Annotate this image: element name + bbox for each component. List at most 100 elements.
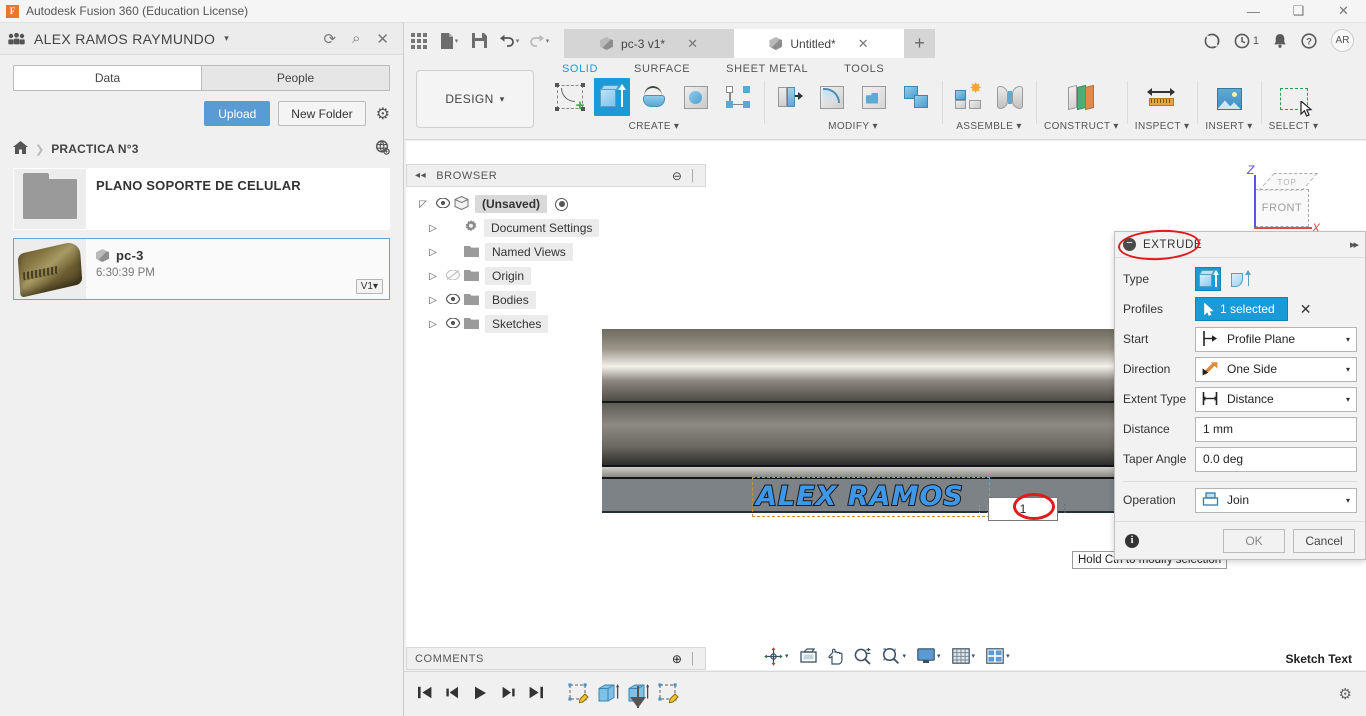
start-dropdown[interactable]: Profile Plane ▾ (1195, 326, 1357, 352)
step-forward-icon[interactable] (501, 686, 515, 702)
sphere-button[interactable] (678, 78, 714, 116)
timeline-sketch-feature-2[interactable] (657, 683, 681, 705)
cancel-button[interactable]: Cancel (1293, 528, 1355, 553)
account-name[interactable]: ALEX RAMOS RAYMUNDO (34, 31, 215, 47)
comments-panel-header[interactable]: COMMENTS ⊕ │ (406, 647, 706, 670)
pan-icon[interactable] (824, 648, 847, 665)
collapse-dialog-icon[interactable]: − (1123, 238, 1136, 251)
visibility-eye-icon[interactable] (442, 317, 464, 331)
operation-dropdown[interactable]: Join ▾ (1195, 487, 1357, 513)
notifications-icon[interactable] (1273, 33, 1287, 49)
orbit-icon[interactable]: ▾ (760, 646, 793, 666)
panel-insert-label[interactable]: INSERT ▾ (1205, 121, 1252, 132)
combine-button[interactable] (898, 78, 934, 116)
insert-canvas-button[interactable] (1211, 80, 1247, 118)
activate-component-radio[interactable] (555, 197, 569, 211)
timeline-sketch-feature[interactable] (567, 683, 591, 705)
breadcrumb-project-name[interactable]: PRACTICA N°3 (51, 142, 138, 156)
expand-arrow-icon[interactable]: ▷ (424, 271, 442, 282)
expand-arrow-icon[interactable]: ▷ (424, 247, 442, 258)
zoom-window-icon[interactable]: ▾ (878, 647, 911, 665)
clear-selection-icon[interactable]: ✕ (1300, 301, 1312, 318)
workspace-switcher[interactable]: DESIGN ▾ (416, 70, 534, 128)
expand-arrow-icon[interactable]: ◸ (414, 199, 432, 210)
list-item-folder[interactable]: PLANO SOPORTE DE CELULAR (13, 168, 390, 230)
revolve-button[interactable] (636, 78, 672, 116)
save-icon[interactable] (464, 24, 494, 58)
close-icon[interactable]: ✕ (1321, 0, 1366, 23)
create-sketch-button[interactable]: + (552, 78, 588, 116)
direction-dropdown[interactable]: One Side ▾ (1195, 356, 1357, 382)
profiles-selection-button[interactable]: 1 selected (1195, 297, 1288, 321)
resize-grip-icon[interactable]: │ (690, 653, 697, 665)
new-folder-button[interactable]: New Folder (278, 101, 366, 126)
expand-arrow-icon[interactable]: ▷ (424, 295, 442, 306)
expand-dialog-icon[interactable]: ▸▸ (1350, 238, 1359, 251)
app-grid-icon[interactable] (404, 24, 434, 58)
add-comment-icon[interactable]: ⊕ (672, 652, 683, 666)
tab-sheet-metal[interactable]: SHEET METAL (708, 60, 826, 78)
panel-create-label[interactable]: CREATE ▾ (629, 121, 680, 132)
model-body[interactable]: ALEX RAMOS (602, 329, 1114, 517)
tree-node-named-views[interactable]: ▷ Named Views (406, 240, 706, 264)
go-to-beginning-icon[interactable] (418, 686, 432, 702)
collapse-icon[interactable]: ◂◂ (415, 170, 426, 181)
measure-button[interactable] (1142, 80, 1182, 118)
close-icon[interactable]: ✕ (687, 36, 698, 52)
timeline-settings-gear-icon[interactable]: ⚙ (1339, 685, 1352, 703)
timeline-extrude-feature-1[interactable] (597, 683, 621, 705)
expand-arrow-icon[interactable]: ▷ (424, 223, 442, 234)
type-option-tapered[interactable] (1227, 267, 1253, 291)
grid-snaps-icon[interactable]: ▾ (948, 648, 980, 664)
extrude-button[interactable] (594, 78, 630, 116)
version-badge[interactable]: V1▾ (355, 279, 383, 294)
panel-select-label[interactable]: SELECT ▾ (1269, 121, 1319, 132)
joint-button[interactable] (992, 78, 1028, 116)
globe-share-icon[interactable] (375, 140, 390, 158)
upload-button[interactable]: Upload (204, 101, 271, 126)
list-item-document[interactable]: pc-3 6:30:39 PM V1▾ (13, 238, 390, 300)
redo-icon[interactable]: ▾ (524, 24, 554, 58)
search-icon[interactable]: ⌕ (352, 30, 360, 48)
visibility-eye-off-icon[interactable] (442, 269, 464, 283)
new-file-icon[interactable]: ▾ (434, 24, 464, 58)
taper-angle-input[interactable]: 0.0 deg (1195, 446, 1357, 472)
fillet-button[interactable] (814, 78, 850, 116)
play-icon[interactable] (474, 686, 487, 703)
tree-node-sketches[interactable]: ▷ Sketches (406, 312, 706, 336)
tab-data[interactable]: Data (13, 65, 201, 91)
viewcube-front-face[interactable]: FRONT (1255, 189, 1309, 227)
new-component-button[interactable]: ✸ (950, 78, 986, 116)
go-to-end-icon[interactable] (529, 686, 543, 702)
tab-surface[interactable]: SURFACE (616, 60, 708, 78)
canvas-distance-field[interactable]: ⋮⋮ 1 ⋮ (975, 497, 1072, 521)
shell-button[interactable] (856, 78, 892, 116)
viewports-icon[interactable]: ▾ (982, 648, 1014, 664)
distance-input[interactable]: 1 mm (1195, 416, 1357, 442)
tree-node-bodies[interactable]: ▷ Bodies (406, 288, 706, 312)
doc-tab-untitled[interactable]: Untitled* ✕ (734, 29, 904, 58)
gear-icon[interactable]: ⚙ (376, 104, 390, 124)
display-settings-icon[interactable]: ▾ (913, 648, 945, 664)
minimize-browser-icon[interactable]: ⊖ (672, 169, 683, 183)
job-status-icon[interactable]: 1 (1234, 33, 1259, 49)
tab-solid[interactable]: SOLID (544, 60, 616, 78)
panel-inspect-label[interactable]: INSPECT ▾ (1135, 121, 1190, 132)
look-at-icon[interactable] (796, 648, 821, 664)
panel-construct-label[interactable]: CONSTRUCT ▾ (1044, 121, 1119, 132)
view-cube[interactable]: TOP FRONT Z X (1244, 163, 1320, 235)
help-icon[interactable]: ? (1301, 32, 1317, 49)
undo-icon[interactable]: ▾ (494, 24, 524, 58)
distance-input-canvas[interactable]: 1 (988, 497, 1058, 521)
chevron-down-icon[interactable]: ▾ (224, 33, 229, 44)
panel-assemble-label[interactable]: ASSEMBLE ▾ (956, 121, 1022, 132)
press-pull-button[interactable] (772, 78, 808, 116)
more-options-icon[interactable]: ⋮ (1058, 504, 1072, 515)
offset-plane-button[interactable] (1063, 78, 1099, 116)
expand-arrow-icon[interactable]: ▷ (424, 319, 442, 330)
tree-node-origin[interactable]: ▷ Origin (406, 264, 706, 288)
info-icon[interactable]: i (1125, 533, 1139, 548)
sketch-text-profile[interactable]: ALEX RAMOS (755, 480, 964, 513)
select-tool-button[interactable] (1274, 80, 1314, 118)
resize-grip-icon[interactable]: │ (690, 170, 697, 182)
